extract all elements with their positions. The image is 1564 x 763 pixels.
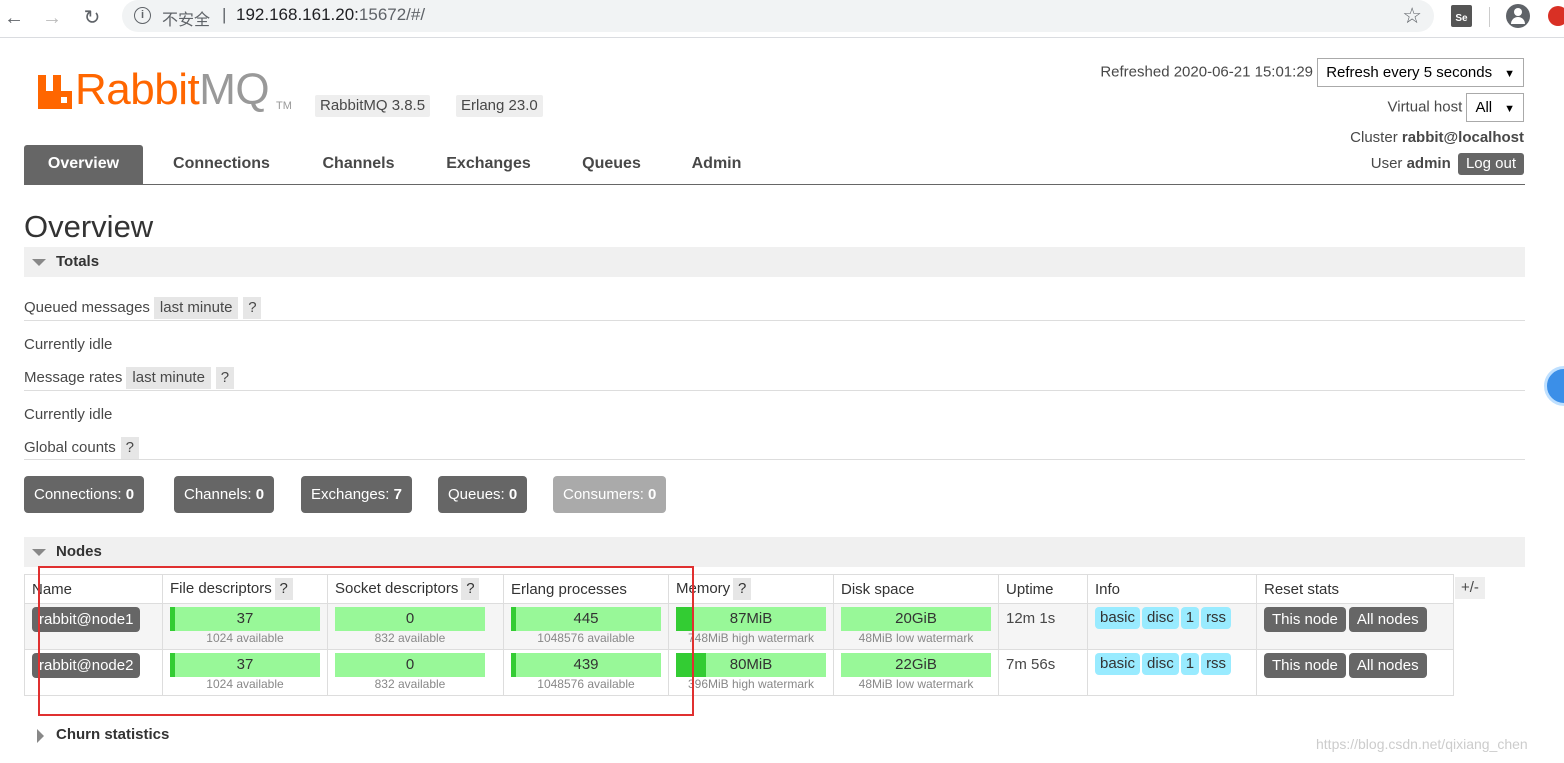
uptime-value: 7m 56s xyxy=(1006,656,1056,673)
memory-watermark: 748MiB high watermark xyxy=(687,631,815,645)
tab-exchanges[interactable]: Exchanges xyxy=(432,145,545,184)
site-info-icon[interactable]: i xyxy=(134,7,151,24)
global-counts-row: Global counts? xyxy=(24,437,139,459)
logo-trademark: TM xyxy=(276,100,292,112)
column-toggle-button[interactable]: +/- xyxy=(1455,577,1485,599)
reset-this-node-button[interactable]: This node xyxy=(1264,607,1346,632)
cluster-info: Cluster rabbit@localhost xyxy=(1350,129,1524,146)
extension-icon[interactable] xyxy=(1548,6,1564,26)
queued-range-selector[interactable]: last minute xyxy=(153,297,239,319)
info-tag: 1 xyxy=(1180,607,1200,629)
message-rates-row: Message rates last minute? xyxy=(24,367,234,389)
rabbitmq-logo-mark-icon xyxy=(38,75,72,109)
collapse-triangle-icon xyxy=(32,549,46,556)
rates-idle-text: Currently idle xyxy=(24,406,113,423)
column-header-disk-space[interactable]: Disk space xyxy=(833,574,999,604)
column-header-reset-stats[interactable]: Reset stats xyxy=(1256,574,1454,604)
address-bar[interactable]: i 不安全 | 192.168.161.20:15672/#/ ☆ xyxy=(122,0,1434,32)
rates-range-selector[interactable]: last minute xyxy=(126,367,211,389)
disk-space-bar: 22GiB xyxy=(841,653,991,677)
url-path: 15672/#/ xyxy=(358,5,426,24)
virtual-host-area: Virtual host All ▼ xyxy=(1387,93,1524,122)
dropdown-arrow-icon: ▼ xyxy=(1504,68,1515,80)
selenium-extension-icon[interactable]: Se xyxy=(1451,5,1472,27)
column-header-uptime[interactable]: Uptime xyxy=(998,574,1088,604)
address-separator: | xyxy=(222,5,227,24)
divider xyxy=(24,390,1525,391)
uptime-value: 12m 1s xyxy=(1006,610,1056,627)
help-button[interactable]: ? xyxy=(243,297,262,319)
erlang-version-badge: Erlang 23.0 xyxy=(456,95,543,117)
info-tag: basic xyxy=(1095,607,1141,629)
profile-avatar-icon[interactable] xyxy=(1506,4,1530,28)
tab-queues[interactable]: Queues xyxy=(569,145,654,184)
queued-idle-text: Currently idle xyxy=(24,336,113,353)
expand-triangle-icon xyxy=(37,729,44,743)
info-tag: 1 xyxy=(1180,653,1200,675)
channels-count-button[interactable]: Channels: 0 xyxy=(174,476,275,513)
memory-watermark: 396MiB high watermark xyxy=(687,677,815,691)
disk-space-bar: 20GiB xyxy=(841,607,991,631)
rabbitmq-version-badge: RabbitMQ 3.8.5 xyxy=(315,95,431,117)
divider xyxy=(24,320,1525,321)
reset-this-node-button[interactable]: This node xyxy=(1264,653,1346,678)
page-title: Overview xyxy=(24,209,154,244)
refresh-interval-select[interactable]: Refresh every 5 seconds ▼ xyxy=(1317,58,1524,87)
reset-all-nodes-button[interactable]: All nodes xyxy=(1348,653,1427,678)
tab-admin[interactable]: Admin xyxy=(678,145,755,184)
column-header-info[interactable]: Info xyxy=(1087,574,1257,604)
info-tag: rss xyxy=(1201,653,1232,675)
refresh-area: Refreshed 2020-06-21 15:01:29 Refresh ev… xyxy=(1100,58,1524,87)
insecure-label: 不安全 xyxy=(162,12,211,29)
cluster-name: rabbit@localhost xyxy=(1401,129,1524,146)
message-rates-label: Message rates xyxy=(24,369,123,386)
disk-watermark: 48MiB low watermark xyxy=(858,631,974,645)
tab-connections[interactable]: Connections xyxy=(158,145,285,184)
divider xyxy=(24,459,1525,460)
cluster-label: Cluster xyxy=(1350,129,1398,146)
churn-statistics-section-header[interactable]: Churn statistics xyxy=(24,720,1525,750)
virtual-host-label: Virtual host xyxy=(1387,98,1463,116)
virtual-host-select[interactable]: All ▼ xyxy=(1466,93,1524,122)
highlight-annotation-box xyxy=(38,566,694,716)
reload-icon[interactable]: ↻ xyxy=(78,4,106,32)
collapse-triangle-icon xyxy=(32,259,46,266)
url-text[interactable]: 192.168.161.20:15672/#/ xyxy=(236,5,425,25)
help-button[interactable]: ? xyxy=(215,367,234,389)
exchanges-count-button[interactable]: Exchanges: 7 xyxy=(301,476,412,513)
info-tag: disc xyxy=(1142,653,1179,675)
info-tag: disc xyxy=(1142,607,1179,629)
memory-bar: 87MiB xyxy=(676,607,826,631)
floating-assistant-icon[interactable] xyxy=(1544,366,1564,406)
queues-count-button[interactable]: Queues: 0 xyxy=(438,476,528,513)
global-counts-label: Global counts xyxy=(24,439,116,456)
dropdown-arrow-icon: ▼ xyxy=(1504,103,1515,115)
browser-toolbar: ← → ↻ i 不安全 | 192.168.161.20:15672/#/ ☆ … xyxy=(0,0,1564,38)
memory-bar: 80MiB xyxy=(676,653,826,677)
main-tabs: Overview Connections Channels Exchanges … xyxy=(24,145,1525,185)
reset-all-nodes-button[interactable]: All nodes xyxy=(1348,607,1427,632)
tab-overview[interactable]: Overview xyxy=(24,145,143,184)
refreshed-timestamp: Refreshed 2020-06-21 15:01:29 xyxy=(1100,63,1314,81)
bookmark-star-icon[interactable]: ☆ xyxy=(1402,3,1422,29)
consumers-count-button[interactable]: Consumers: 0 xyxy=(553,476,667,513)
connections-count-button[interactable]: Connections: 0 xyxy=(24,476,145,513)
help-button[interactable]: ? xyxy=(733,578,752,600)
totals-section-header[interactable]: Totals xyxy=(24,247,1525,277)
help-button[interactable]: ? xyxy=(120,437,139,459)
info-tag: basic xyxy=(1095,653,1141,675)
toolbar-divider xyxy=(1489,7,1490,27)
tab-channels[interactable]: Channels xyxy=(309,145,408,184)
logo-text: RabbitMQ xyxy=(75,65,270,114)
back-arrow-icon[interactable]: ← xyxy=(0,4,28,32)
queued-messages-row: Queued messages last minute? xyxy=(24,297,262,319)
info-tag: rss xyxy=(1201,607,1232,629)
forward-arrow-icon[interactable]: → xyxy=(38,4,66,32)
watermark-text: https://blog.csdn.net/qixiang_chen xyxy=(1316,736,1528,752)
queued-messages-label: Queued messages xyxy=(24,299,150,316)
disk-watermark: 48MiB low watermark xyxy=(858,677,974,691)
url-host: 192.168.161.20: xyxy=(236,5,359,24)
nodes-section-header[interactable]: Nodes xyxy=(24,537,1525,567)
